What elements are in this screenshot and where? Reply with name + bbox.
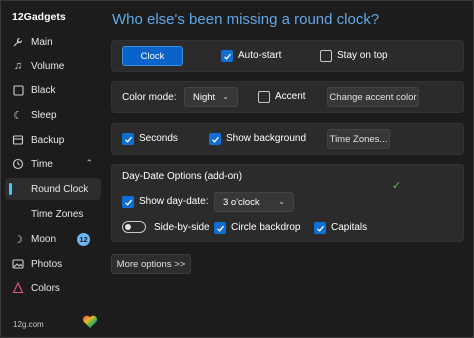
sidebar-item-label: Time [31,158,53,170]
accent-checkbox[interactable] [258,91,270,103]
website-link[interactable]: 12g.com [13,320,44,329]
sidebar-item-photos[interactable]: Photos [5,253,101,275]
photo-icon [5,258,31,270]
sidebar-item-time-zones[interactable]: Time Zones [5,203,101,225]
circle-backdrop-checkbox[interactable] [214,222,226,234]
sidebar-item-label: Colors [31,282,60,294]
sidebar-item-main[interactable]: Main [5,31,101,53]
day-date-section-title: Day-Date Options (add-on) [122,171,243,182]
sidebar-item-volume[interactable]: ♫ Volume [5,55,101,77]
app-window: 12Gadgets Main ♫ Volume Black ☾ Sleep Ba… [0,0,474,338]
seconds-checkbox[interactable] [122,133,134,145]
square-icon [5,84,31,96]
stay-on-top-label: Stay on top [337,50,388,61]
autostart-checkbox[interactable] [221,50,233,62]
moon-star-icon: ☽ [13,233,23,246]
day-date-position-value: 3 o'clock [223,196,260,208]
sidebar-item-label: Main [31,36,53,48]
wrench-icon [5,36,31,48]
change-accent-color-button[interactable]: Change accent color [327,87,419,107]
sidebar-item-label: Round Clock [31,183,89,195]
capitals-checkbox[interactable] [314,222,326,234]
clock-icon [5,158,31,170]
sidebar-item-colors[interactable]: Colors [5,277,101,299]
show-background-checkbox[interactable] [209,133,221,145]
autostart-label: Auto-start [238,50,282,61]
show-day-date-checkbox[interactable] [122,196,134,208]
sidebar-item-label: Sleep [31,109,57,121]
chevron-down-icon: ⌄ [278,197,285,206]
page-title: Who else's been missing a round clock? [112,11,380,28]
day-date-position-select[interactable]: 3 o'clock ⌄ [214,192,294,212]
color-mode-label: Color mode: [122,92,177,103]
sidebar-item-backup[interactable]: Backup [5,129,101,151]
sidebar-item-label: Time Zones [31,208,84,220]
backup-icon [5,134,31,146]
sidebar-item-label: Photos [31,258,63,270]
palette-icon [5,282,31,294]
app-title: 12Gadgets [12,11,66,23]
toggle-knob [125,224,131,230]
chevron-up-icon: ⌃ [85,158,93,168]
moon-icon: ☾ [13,109,23,122]
side-by-side-toggle[interactable] [122,221,146,233]
more-options-button[interactable]: More options >> [111,254,191,274]
time-zones-button[interactable]: Time Zones... [327,129,390,149]
active-indicator [9,183,12,195]
color-mode-select[interactable]: Night ⌄ [184,87,238,107]
heart-logo-icon [82,315,98,328]
color-mode-value: Night [193,91,216,103]
clock-button[interactable]: Clock [122,46,183,66]
check-icon: ✓ [392,180,402,192]
chevron-down-icon: ⌄ [222,92,229,101]
sidebar-item-round-clock[interactable]: Round Clock [5,178,101,200]
sidebar-item-label: Black [31,84,56,96]
moon-badge: 12 [77,233,90,246]
show-background-label: Show background [226,133,307,144]
sidebar-item-label: Moon [31,233,57,245]
capitals-label: Capitals [331,222,368,233]
sidebar-item-label: Backup [31,134,65,146]
sidebar-item-label: Volume [31,60,65,72]
sidebar-item-black[interactable]: Black [5,79,101,101]
show-day-date-label: Show day-date: [139,196,209,207]
music-note-icon: ♫ [13,60,23,72]
accent-label: Accent [275,91,306,102]
seconds-label: Seconds [139,133,178,144]
side-by-side-label: Side-by-side [154,222,210,233]
circle-backdrop-label: Circle backdrop [231,222,301,233]
sidebar-item-sleep[interactable]: ☾ Sleep [5,104,101,126]
sidebar-item-time[interactable]: Time ⌃ [5,153,101,175]
stay-on-top-checkbox[interactable] [320,50,332,62]
